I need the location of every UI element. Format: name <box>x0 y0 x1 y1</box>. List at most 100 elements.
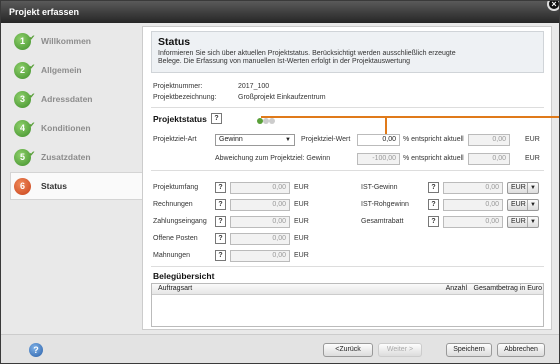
dialog-window: Projekt erfassen × 1 ✔ Willkommen 2 ✔ Allgem… <box>0 0 560 364</box>
step-label: Adressdaten <box>41 94 93 104</box>
ist-rohgewinn-label: IST-Rohgewinn <box>361 201 409 208</box>
step-label: Allgemein <box>41 65 82 75</box>
currency-value: EUR <box>511 184 526 191</box>
entspricht-label: % entspricht aktuell <box>403 136 464 143</box>
rechnungen-value: 0,00 <box>230 199 290 211</box>
help-icon[interactable]: ? <box>211 113 222 124</box>
ist-gewinn-value: 0,00 <box>443 182 503 194</box>
abweichung-label: Abweichung zum Projektziel: Gewinn <box>215 155 331 162</box>
projektbezeichnung-label: Projektbezeichnung: <box>153 94 217 101</box>
page-title: Status <box>158 36 191 48</box>
step-label: Status <box>41 181 67 191</box>
cancel-button[interactable]: Abbrechen <box>497 343 545 357</box>
projektstatus-title: Projektstatus <box>153 114 207 124</box>
gesamtrabatt-value: 0,00 <box>443 216 503 228</box>
zahlungseingang-label: Zahlungseingang <box>153 218 207 225</box>
ziel-art-value: Gewinn <box>219 136 243 143</box>
offene-posten-value: 0,00 <box>230 233 290 245</box>
title-bar: Projekt erfassen <box>1 1 559 23</box>
step-label: Konditionen <box>41 123 91 133</box>
gesamtrabatt-label: Gesamtrabatt <box>361 218 404 225</box>
callout-line <box>261 116 387 118</box>
currency-value: EUR <box>511 218 526 225</box>
belegubersicht-title: Belegübersicht <box>153 271 215 281</box>
step-allgemein[interactable]: 2 ✔ Allgemein <box>14 59 142 81</box>
help-icon[interactable]: ? <box>215 233 226 244</box>
header-description-2: Belege. Die Erfassung von manuellen Ist-… <box>158 58 411 65</box>
ziel-wert-label: Projektziel-Wert <box>301 136 351 143</box>
help-icon[interactable]: ? <box>29 343 43 357</box>
step-number-icon: 2 ✔ <box>14 61 35 79</box>
currency-label: EUR <box>294 235 309 242</box>
step-number-icon: 6 <box>14 177 31 195</box>
header-description-1: Informieren Sie sich über aktuellen Proj… <box>158 50 456 57</box>
step-adressdaten[interactable]: 3 ✔ Adressdaten <box>14 88 142 110</box>
step-label: Willkommen <box>41 36 91 46</box>
currency-label: EUR <box>294 218 309 225</box>
abweichung-aktuell-value: 0,00 <box>468 153 510 165</box>
chevron-down-icon: ▼ <box>527 200 536 210</box>
ziel-art-select[interactable]: Gewinn ▼ <box>215 134 295 146</box>
callout-line <box>387 116 559 118</box>
step-number-icon: 3 ✔ <box>14 90 35 108</box>
currency-label: EUR <box>525 155 540 162</box>
currency-label: EUR <box>294 252 309 259</box>
aktuell-value: 0,00 <box>468 134 510 146</box>
help-icon[interactable]: ? <box>215 216 226 227</box>
projektumfang-label: Projektumfang <box>153 184 199 191</box>
projektnummer-value: 2017_100 <box>238 83 270 90</box>
status-header: Status Informieren Sie sich über aktuell… <box>151 31 544 73</box>
help-icon[interactable]: ? <box>215 250 226 261</box>
step-status[interactable]: 6 Status <box>10 172 144 200</box>
step-konditionen[interactable]: 4 ✔ Konditionen <box>14 117 142 139</box>
footer-bar: ? <Zurück Weiter > Speichern Abbrechen <box>1 334 559 363</box>
content-panel: Status Informieren Sie sich über aktuell… <box>142 26 559 330</box>
chevron-down-icon: ▼ <box>527 183 536 193</box>
close-icon[interactable]: × <box>547 1 559 11</box>
currency-dropdown[interactable]: EUR ▼ <box>507 199 539 211</box>
abweichung-value: -100,00 <box>357 153 400 165</box>
belege-table: Auftragsart Anzahl Gesamtbetrag in Euro <box>151 283 544 327</box>
ziel-art-label: Projektziel-Art <box>153 136 197 143</box>
mahnungen-value: 0,00 <box>230 250 290 262</box>
status-dot-grey <box>269 118 275 124</box>
step-label: Zusatzdaten <box>41 152 91 162</box>
step-number-icon: 4 ✔ <box>14 119 35 137</box>
help-icon[interactable]: ? <box>215 182 226 193</box>
back-button[interactable]: <Zurück <box>323 343 373 357</box>
column-header-anzahl[interactable]: Anzahl <box>372 285 467 292</box>
help-icon[interactable]: ? <box>428 182 439 193</box>
table-header: Auftragsart Anzahl Gesamtbetrag in Euro <box>152 284 543 295</box>
next-button[interactable]: Weiter > <box>378 343 422 357</box>
column-header-gesamtbetrag[interactable]: Gesamtbetrag in Euro <box>472 285 542 292</box>
step-zusatzdaten[interactable]: 5 ✔ Zusatzdaten <box>14 146 142 168</box>
projektumfang-value: 0,00 <box>230 182 290 194</box>
ist-gewinn-label: IST-Gewinn <box>361 184 398 191</box>
currency-dropdown[interactable]: EUR ▼ <box>507 182 539 194</box>
chevron-down-icon: ▼ <box>527 217 536 227</box>
help-icon[interactable]: ? <box>428 216 439 227</box>
divider <box>151 107 544 108</box>
projektbezeichnung-value: Großprojekt Einkaufzentrum <box>238 94 326 101</box>
help-icon[interactable]: ? <box>428 199 439 210</box>
ist-rohgewinn-value: 0,00 <box>443 199 503 211</box>
chevron-down-icon: ▼ <box>285 137 291 143</box>
column-header-auftragsart[interactable]: Auftragsart <box>158 285 192 292</box>
wizard-steps: 1 ✔ Willkommen 2 ✔ Allgemein 3 ✔ Adressdaten 4… <box>6 26 144 326</box>
help-icon[interactable]: ? <box>215 199 226 210</box>
window-title: Projekt erfassen <box>9 7 80 17</box>
projektnummer-label: Projektnummer: <box>153 83 203 90</box>
currency-value: EUR <box>511 201 526 208</box>
offene-posten-label: Offene Posten <box>153 235 198 242</box>
ziel-wert-input[interactable]: 0,00 <box>357 134 400 146</box>
rechnungen-label: Rechnungen <box>153 201 193 208</box>
step-number-icon: 5 ✔ <box>14 148 35 166</box>
step-willkommen[interactable]: 1 ✔ Willkommen <box>14 30 142 52</box>
currency-label: EUR <box>294 201 309 208</box>
step-number-icon: 1 ✔ <box>14 32 35 50</box>
currency-label: EUR <box>294 184 309 191</box>
save-button[interactable]: Speichern <box>446 343 492 357</box>
currency-dropdown[interactable]: EUR ▼ <box>507 216 539 228</box>
zahlungseingang-value: 0,00 <box>230 216 290 228</box>
entspricht-label: % entspricht aktuell <box>403 155 464 162</box>
